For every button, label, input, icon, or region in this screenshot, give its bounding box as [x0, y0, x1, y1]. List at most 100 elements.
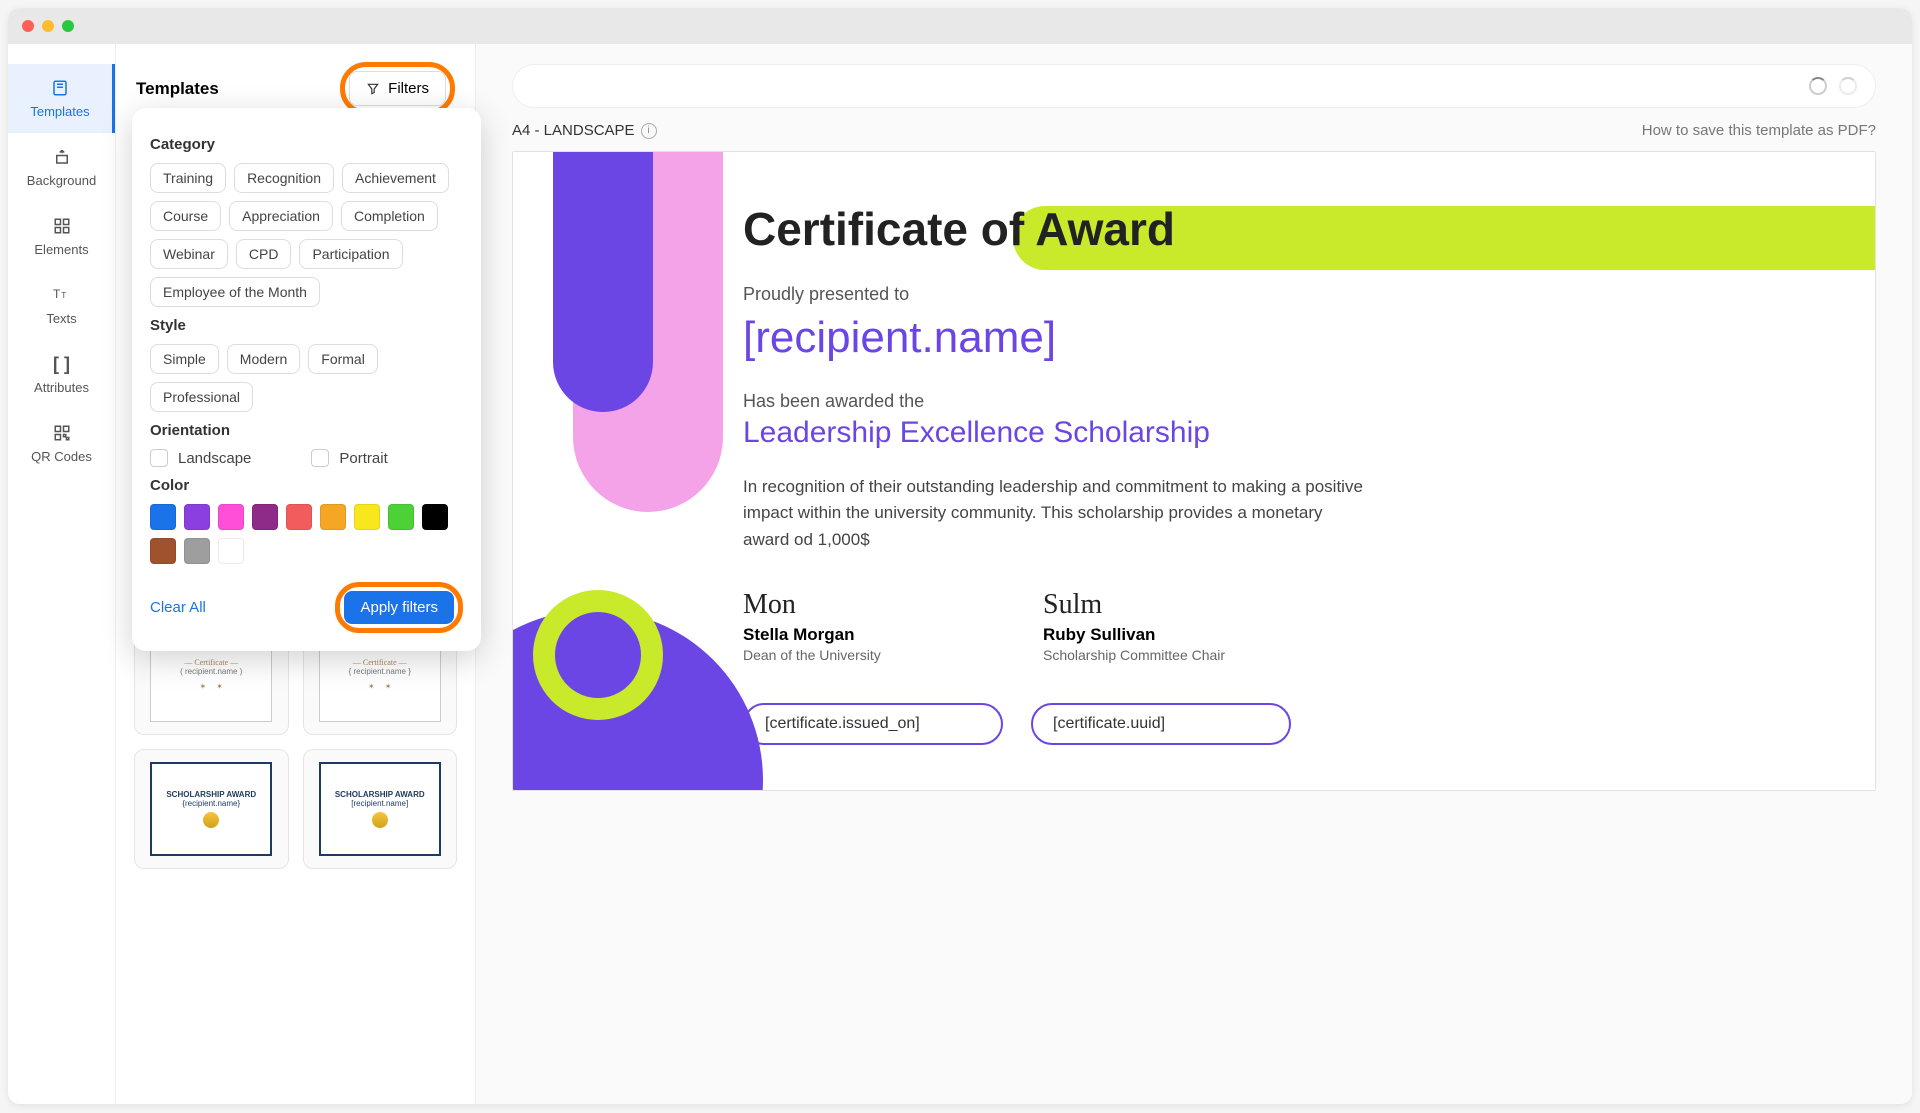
orientation-landscape[interactable]: Landscape — [150, 449, 251, 467]
chip-appreciation[interactable]: Appreciation — [229, 201, 333, 231]
signature-2-name: Ruby Sullivan — [1043, 625, 1243, 645]
chip-professional[interactable]: Professional — [150, 382, 253, 412]
canvas-size-label: A4 - LANDSCAPE — [512, 122, 635, 139]
recognition-text: In recognition of their outstanding lead… — [743, 474, 1363, 553]
orientation-row: Landscape Portrait — [150, 449, 463, 467]
swatch-pink[interactable] — [218, 504, 244, 530]
category-title: Category — [150, 136, 463, 153]
chip-modern[interactable]: Modern — [227, 344, 300, 374]
checkbox-portrait[interactable] — [311, 449, 329, 467]
signature-2-script: Sulm — [1043, 589, 1243, 621]
recipient-name: [recipient.name] — [743, 313, 1815, 363]
signature-1-script: Mon — [743, 589, 943, 621]
swatch-black[interactable] — [422, 504, 448, 530]
template-thumb-4[interactable]: SCHOLARSHIP AWARD [recipient.name] — [303, 749, 458, 869]
color-grid — [150, 504, 463, 564]
cert-title-pre: Certificate of — [743, 203, 1035, 255]
template-thumb-3[interactable]: SCHOLARSHIP AWARD {recipient.name} — [134, 749, 289, 869]
swatch-red[interactable] — [286, 504, 312, 530]
app-window: Templates Background Elements TT Texts — [8, 8, 1912, 1104]
chip-completion[interactable]: Completion — [341, 201, 438, 231]
medal-icon — [203, 812, 219, 828]
nav-texts[interactable]: TT Texts — [8, 271, 115, 340]
filters-button[interactable]: Filters — [349, 71, 446, 106]
close-dot[interactable] — [22, 20, 34, 32]
swatch-purple[interactable] — [184, 504, 210, 530]
loading-spinner-icon — [1809, 77, 1827, 95]
apply-button-highlight: Apply filters — [335, 582, 463, 633]
thumb-inner: SCHOLARSHIP AWARD [recipient.name] — [319, 762, 441, 856]
panel-header: Templates Filters — [116, 44, 475, 115]
nav-label: Background — [27, 173, 96, 188]
attribute-row: [certificate.issued_on] [certificate.uui… — [743, 703, 1815, 745]
style-chips: Simple Modern Formal Professional — [150, 344, 463, 412]
loading-spinner-icon — [1839, 77, 1857, 95]
chip-achievement[interactable]: Achievement — [342, 163, 449, 193]
signature-2: Sulm Ruby Sullivan Scholarship Committee… — [1043, 589, 1243, 663]
chip-participation[interactable]: Participation — [299, 239, 402, 269]
color-title: Color — [150, 477, 463, 494]
filters-button-label: Filters — [388, 80, 429, 97]
nav-templates[interactable]: Templates — [8, 64, 115, 133]
swatch-gray[interactable] — [184, 538, 210, 564]
nav-label: Templates — [30, 104, 89, 119]
swatch-violet[interactable] — [252, 504, 278, 530]
filters-footer: Clear All Apply filters — [150, 582, 463, 633]
canvas-size: A4 - LANDSCAPE i — [512, 122, 657, 139]
style-title: Style — [150, 317, 463, 334]
checkbox-landscape[interactable] — [150, 449, 168, 467]
apply-filters-button[interactable]: Apply filters — [344, 591, 454, 624]
orientation-title: Orientation — [150, 422, 463, 439]
titlebar — [8, 8, 1912, 44]
templates-panel: Templates Filters Category Training Reco… — [116, 44, 476, 1104]
chip-webinar[interactable]: Webinar — [150, 239, 228, 269]
swatch-blue[interactable] — [150, 504, 176, 530]
medal-icon — [372, 812, 388, 828]
help-link[interactable]: How to save this template as PDF? — [1642, 122, 1876, 139]
chip-eom[interactable]: Employee of the Month — [150, 277, 320, 307]
nav-attributes[interactable]: [ ] Attributes — [8, 340, 115, 409]
nav-background[interactable]: Background — [8, 133, 115, 202]
signature-1: Mon Stella Morgan Dean of the University — [743, 589, 943, 663]
thumb-inner: SCHOLARSHIP AWARD {recipient.name} — [150, 762, 272, 856]
attributes-icon: [ ] — [52, 354, 72, 374]
awarded-text: Has been awarded the — [743, 391, 1815, 412]
scholarship-name: Leadership Excellence Scholarship — [743, 416, 1815, 450]
orientation-portrait[interactable]: Portrait — [311, 449, 387, 467]
background-icon — [52, 147, 72, 167]
decor-purple-pill — [553, 152, 653, 412]
canvas-topbar — [512, 64, 1876, 108]
svg-text:T: T — [61, 291, 66, 300]
swatch-white[interactable] — [218, 538, 244, 564]
thumb-recipient: [recipient.name] — [351, 799, 408, 808]
nav-elements[interactable]: Elements — [8, 202, 115, 271]
signature-row: Mon Stella Morgan Dean of the University… — [743, 589, 1815, 663]
swatch-orange[interactable] — [320, 504, 346, 530]
minimize-dot[interactable] — [42, 20, 54, 32]
texts-icon: TT — [52, 285, 72, 305]
filters-dropdown: Category Training Recognition Achievemen… — [132, 108, 481, 651]
side-nav: Templates Background Elements TT Texts — [8, 44, 116, 1104]
chip-cpd[interactable]: CPD — [236, 239, 292, 269]
canvas-area: A4 - LANDSCAPE i How to save this templa… — [476, 44, 1912, 1104]
app-body: Templates Background Elements TT Texts — [8, 44, 1912, 1104]
thumb-recipient: {recipient.name} — [182, 799, 240, 808]
category-chips: Training Recognition Achievement Course … — [150, 163, 463, 307]
certificate-canvas[interactable]: Certificate of Award Proudly presented t… — [512, 151, 1876, 791]
chip-simple[interactable]: Simple — [150, 344, 219, 374]
thumb-title: SCHOLARSHIP AWARD — [166, 790, 256, 799]
swatch-brown[interactable] — [150, 538, 176, 564]
chip-training[interactable]: Training — [150, 163, 226, 193]
nav-label: Elements — [34, 242, 88, 257]
nav-label: QR Codes — [31, 449, 92, 464]
chip-formal[interactable]: Formal — [308, 344, 378, 374]
clear-all-link[interactable]: Clear All — [150, 599, 206, 616]
chip-course[interactable]: Course — [150, 201, 221, 231]
nav-qr[interactable]: QR Codes — [8, 409, 115, 478]
swatch-yellow[interactable] — [354, 504, 380, 530]
chip-recognition[interactable]: Recognition — [234, 163, 334, 193]
swatch-green[interactable] — [388, 504, 414, 530]
maximize-dot[interactable] — [62, 20, 74, 32]
signature-1-role: Dean of the University — [743, 647, 943, 663]
info-icon[interactable]: i — [641, 123, 657, 139]
